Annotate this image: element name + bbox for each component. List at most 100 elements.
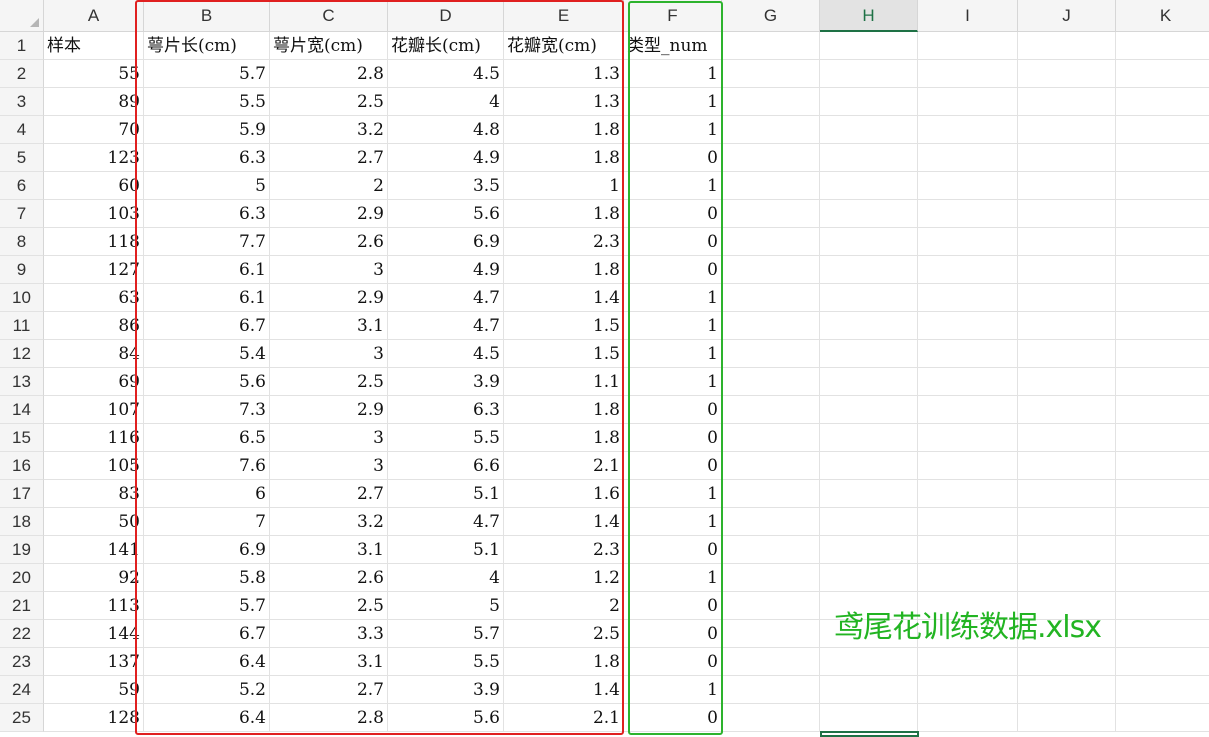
column-header-a[interactable]: A <box>44 0 144 32</box>
cell-k16[interactable] <box>1116 452 1209 480</box>
cell-g19[interactable] <box>722 536 820 564</box>
cell-a16[interactable]: 105 <box>44 452 144 480</box>
row-header-9[interactable]: 9 <box>0 256 44 284</box>
cell-h8[interactable] <box>820 228 918 256</box>
cell-d16[interactable]: 6.6 <box>388 452 504 480</box>
cell-i13[interactable] <box>918 368 1018 396</box>
cell-d13[interactable]: 3.9 <box>388 368 504 396</box>
cell-h10[interactable] <box>820 284 918 312</box>
row-header-1[interactable]: 1 <box>0 32 44 60</box>
cell-d2[interactable]: 4.5 <box>388 60 504 88</box>
cell-e1[interactable]: 花瓣宽(cm) <box>504 32 624 60</box>
cell-h12[interactable] <box>820 340 918 368</box>
cell-h16[interactable] <box>820 452 918 480</box>
column-header-j[interactable]: J <box>1018 0 1116 32</box>
cell-d7[interactable]: 5.6 <box>388 200 504 228</box>
cell-b9[interactable]: 6.1 <box>144 256 270 284</box>
cell-f3[interactable]: 1 <box>624 88 722 116</box>
cell-h25[interactable] <box>820 704 918 732</box>
cell-b17[interactable]: 6 <box>144 480 270 508</box>
cell-i15[interactable] <box>918 424 1018 452</box>
cell-j4[interactable] <box>1018 116 1116 144</box>
cell-e6[interactable]: 1 <box>504 172 624 200</box>
cell-d9[interactable]: 4.9 <box>388 256 504 284</box>
cell-e19[interactable]: 2.3 <box>504 536 624 564</box>
cell-h6[interactable] <box>820 172 918 200</box>
row-header-5[interactable]: 5 <box>0 144 44 172</box>
cell-c22[interactable]: 3.3 <box>270 620 388 648</box>
cell-j8[interactable] <box>1018 228 1116 256</box>
cell-a20[interactable]: 92 <box>44 564 144 592</box>
cell-e23[interactable]: 1.8 <box>504 648 624 676</box>
column-header-i[interactable]: I <box>918 0 1018 32</box>
cell-h23[interactable] <box>820 648 918 676</box>
row-header-12[interactable]: 12 <box>0 340 44 368</box>
cell-g14[interactable] <box>722 396 820 424</box>
cell-c10[interactable]: 2.9 <box>270 284 388 312</box>
cell-g16[interactable] <box>722 452 820 480</box>
cell-c11[interactable]: 3.1 <box>270 312 388 340</box>
cell-a13[interactable]: 69 <box>44 368 144 396</box>
cell-e2[interactable]: 1.3 <box>504 60 624 88</box>
cell-e14[interactable]: 1.8 <box>504 396 624 424</box>
cell-f5[interactable]: 0 <box>624 144 722 172</box>
cell-c14[interactable]: 2.9 <box>270 396 388 424</box>
row-header-4[interactable]: 4 <box>0 116 44 144</box>
cell-j19[interactable] <box>1018 536 1116 564</box>
cell-j20[interactable] <box>1018 564 1116 592</box>
cell-h5[interactable] <box>820 144 918 172</box>
cell-g25[interactable] <box>722 704 820 732</box>
cell-k1[interactable] <box>1116 32 1209 60</box>
cell-g23[interactable] <box>722 648 820 676</box>
cell-j10[interactable] <box>1018 284 1116 312</box>
cell-a1[interactable]: 样本 <box>44 32 144 60</box>
cell-k22[interactable] <box>1116 620 1209 648</box>
cell-h18[interactable] <box>820 508 918 536</box>
cell-c2[interactable]: 2.8 <box>270 60 388 88</box>
cell-g24[interactable] <box>722 676 820 704</box>
cell-b22[interactable]: 6.7 <box>144 620 270 648</box>
cell-a5[interactable]: 123 <box>44 144 144 172</box>
row-header-25[interactable]: 25 <box>0 704 44 732</box>
cell-a10[interactable]: 63 <box>44 284 144 312</box>
cell-a24[interactable]: 59 <box>44 676 144 704</box>
cell-e5[interactable]: 1.8 <box>504 144 624 172</box>
row-header-20[interactable]: 20 <box>0 564 44 592</box>
cell-g13[interactable] <box>722 368 820 396</box>
cell-d4[interactable]: 4.8 <box>388 116 504 144</box>
row-header-22[interactable]: 22 <box>0 620 44 648</box>
cell-f15[interactable]: 0 <box>624 424 722 452</box>
cell-e17[interactable]: 1.6 <box>504 480 624 508</box>
cell-f20[interactable]: 1 <box>624 564 722 592</box>
cell-b15[interactable]: 6.5 <box>144 424 270 452</box>
cell-b20[interactable]: 5.8 <box>144 564 270 592</box>
cell-c24[interactable]: 2.7 <box>270 676 388 704</box>
row-header-8[interactable]: 8 <box>0 228 44 256</box>
row-header-13[interactable]: 13 <box>0 368 44 396</box>
cell-c6[interactable]: 2 <box>270 172 388 200</box>
cell-k14[interactable] <box>1116 396 1209 424</box>
cell-a15[interactable]: 116 <box>44 424 144 452</box>
cell-e3[interactable]: 1.3 <box>504 88 624 116</box>
cell-d22[interactable]: 5.7 <box>388 620 504 648</box>
column-header-k[interactable]: K <box>1116 0 1209 32</box>
cell-e15[interactable]: 1.8 <box>504 424 624 452</box>
cell-a2[interactable]: 55 <box>44 60 144 88</box>
cell-j14[interactable] <box>1018 396 1116 424</box>
cell-e10[interactable]: 1.4 <box>504 284 624 312</box>
cell-d25[interactable]: 5.6 <box>388 704 504 732</box>
cell-e21[interactable]: 2 <box>504 592 624 620</box>
cell-k10[interactable] <box>1116 284 1209 312</box>
cell-d19[interactable]: 5.1 <box>388 536 504 564</box>
cell-k5[interactable] <box>1116 144 1209 172</box>
cell-j13[interactable] <box>1018 368 1116 396</box>
cell-c16[interactable]: 3 <box>270 452 388 480</box>
column-header-b[interactable]: B <box>144 0 270 32</box>
cell-i3[interactable] <box>918 88 1018 116</box>
cell-a9[interactable]: 127 <box>44 256 144 284</box>
cell-h11[interactable] <box>820 312 918 340</box>
cell-k17[interactable] <box>1116 480 1209 508</box>
cell-b7[interactable]: 6.3 <box>144 200 270 228</box>
cell-f25[interactable]: 0 <box>624 704 722 732</box>
cell-a6[interactable]: 60 <box>44 172 144 200</box>
